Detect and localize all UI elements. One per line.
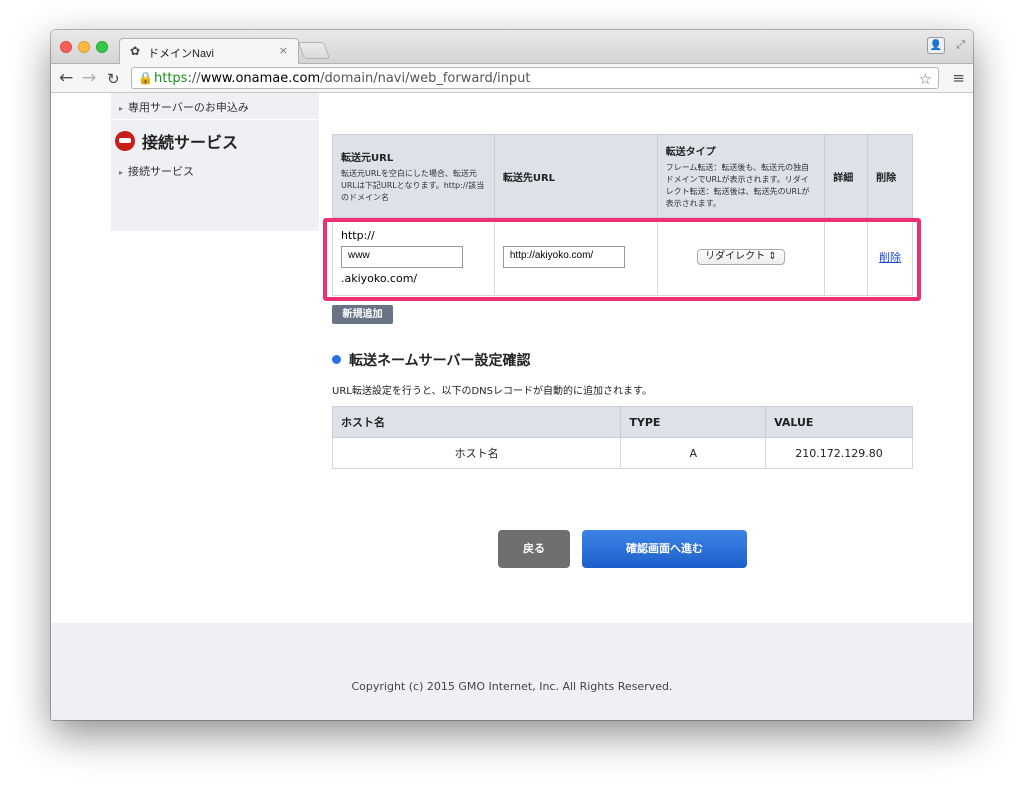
close-window-button[interactable] <box>60 41 72 53</box>
browser-tab[interactable]: ✿ ドメインNavi × <box>119 38 299 65</box>
col-forward-type-note: フレーム転送：転送後も、転送元の独自ドメインでURLが表示されます。リダイレクト… <box>665 162 810 208</box>
favicon-icon: ✿ <box>130 44 141 58</box>
sidebar-item-connection-service[interactable]: ▸ 接続サービス <box>119 163 194 179</box>
value-cell: 210.172.129.80 <box>765 437 913 469</box>
page-content: ▸ 専用サーバーのお申込み 接続サービス ▸ 接続サービス 転送元URL 転送元UR… <box>51 93 973 720</box>
col-source-url-label: 転送元URL <box>341 152 394 164</box>
hamburger-menu-icon[interactable]: ≡ <box>952 69 965 87</box>
sidebar-item-label: 専用サーバーのお申込み <box>128 101 249 114</box>
col-source-url-note: 転送元URLを空白にした場合、転送元URLは下記URLとなります。http://… <box>341 168 485 202</box>
new-tab-button[interactable] <box>297 42 331 59</box>
url-host: www.onamae.com <box>200 71 321 86</box>
col-source-url: 転送元URL 転送元URLを空白にした場合、転送元URLは下記URLとなります。… <box>332 134 495 218</box>
url-scheme: https <box>154 71 188 86</box>
sidebar: ▸ 専用サーバーのお申込み 接続サービス ▸ 接続サービス <box>111 93 319 231</box>
delete-cell: 削除 <box>867 217 913 296</box>
browser-window: ✿ ドメインNavi × 👤 ⤢ ← → ↻ 🔒 https://www.ona… <box>51 30 973 720</box>
table-row: ホスト名 A 210.172.129.80 <box>331 437 913 469</box>
browser-toolbar: ← → ↻ 🔒 https://www.onamae.com/domain/na… <box>51 64 973 93</box>
col-type: TYPE <box>620 406 767 438</box>
dest-url-input[interactable]: http://akiyoko.com/ <box>502 245 625 268</box>
triangle-icon: ▸ <box>119 104 124 113</box>
col-value: VALUE <box>765 406 913 438</box>
copyright-text: Copyright (c) 2015 GMO Internet, Inc. Al… <box>351 680 673 693</box>
tab-close-icon[interactable]: × <box>279 44 288 57</box>
source-prefix: http:// <box>341 228 375 242</box>
source-url-cell: http:// www .akiyoko.com/ <box>332 217 495 296</box>
forward-type-cell: リダイレクト ⇕ <box>656 217 826 296</box>
back-button[interactable]: 戻る <box>498 530 570 568</box>
subdomain-input[interactable]: www <box>341 245 463 268</box>
forward-table: 転送元URL 転送元URLを空白にした場合、転送元URLは下記URLとなります。… <box>332 134 913 296</box>
select-arrows-icon: ⇕ <box>768 250 777 262</box>
forward-type-selected: リダイレクト <box>705 250 766 262</box>
url-path: /domain/navi/web_forward/input <box>320 71 531 86</box>
sidebar-item-dedicated-server[interactable]: ▸ 専用サーバーのお申込み <box>119 99 249 115</box>
source-suffix: .akiyoko.com/ <box>341 271 418 285</box>
delete-link[interactable]: 削除 <box>879 251 901 264</box>
forward-table-header-row: 転送元URL 転送元URLを空白にした場合、転送元URLは下記URLとなります。… <box>332 134 913 218</box>
bullet-icon <box>332 355 341 364</box>
bookmark-star-icon[interactable]: ☆ <box>919 70 932 88</box>
lock-icon: 🔒 <box>138 71 153 85</box>
connection-service-icon <box>115 131 135 151</box>
fullscreen-icon[interactable]: ⤢ <box>956 38 965 52</box>
col-forward-type-label: 転送タイプ <box>665 146 716 158</box>
dns-section-title: 転送ネームサーバー設定確認 <box>332 350 530 370</box>
address-bar[interactable]: 🔒 https://www.onamae.com/domain/navi/web… <box>131 67 939 89</box>
footer: Copyright (c) 2015 GMO Internet, Inc. Al… <box>51 623 973 720</box>
detail-cell <box>824 217 869 296</box>
add-new-button[interactable]: 新規追加 <box>332 305 393 324</box>
col-host: ホスト名 <box>331 406 622 438</box>
dns-table-header-row: ホスト名 TYPE VALUE <box>331 406 913 438</box>
forward-type-select[interactable]: リダイレクト ⇕ <box>696 248 785 265</box>
dns-table: ホスト名 TYPE VALUE ホスト名 A 210.172.129.80 <box>331 406 913 469</box>
dest-url-cell: http://akiyoko.com/ <box>493 217 658 296</box>
host-cell: ホスト名 <box>331 437 622 469</box>
tab-title: ドメインNavi <box>148 48 215 60</box>
title-bar: ✿ ドメインNavi × 👤 ⤢ <box>51 30 973 65</box>
triangle-icon: ▸ <box>119 168 124 177</box>
dns-section-title-text: 転送ネームサーバー設定確認 <box>349 353 531 369</box>
forward-arrow-icon[interactable]: → <box>82 68 96 88</box>
type-cell: A <box>620 437 767 469</box>
dns-section-description: URL転送設定を行うと、以下のDNSレコードが自動的に追加されます。 <box>332 386 652 397</box>
table-row: http:// www .akiyoko.com/ http://akiyoko… <box>332 217 913 296</box>
col-forward-type: 転送タイプ フレーム転送：転送後も、転送元の独自ドメインでURLが表示されます。… <box>656 134 826 218</box>
sidebar-heading: 接続サービス <box>115 129 238 153</box>
col-detail: 詳細 <box>824 134 869 218</box>
sidebar-heading-label: 接続サービス <box>142 133 239 152</box>
col-dest-url: 転送先URL <box>493 134 658 218</box>
minimize-window-button[interactable] <box>78 41 90 53</box>
proceed-to-confirm-button[interactable]: 確認画面へ進む <box>582 530 747 568</box>
profile-icon[interactable]: 👤 <box>927 37 945 54</box>
url-separator: :// <box>187 71 201 86</box>
sidebar-item-label: 接続サービス <box>128 165 195 178</box>
col-delete: 削除 <box>867 134 913 218</box>
back-arrow-icon[interactable]: ← <box>59 68 73 88</box>
zoom-window-button[interactable] <box>96 41 108 53</box>
url-text[interactable]: https://www.onamae.com/domain/navi/web_f… <box>154 71 531 86</box>
sidebar-divider <box>111 119 319 120</box>
reload-icon[interactable]: ↻ <box>107 70 120 88</box>
